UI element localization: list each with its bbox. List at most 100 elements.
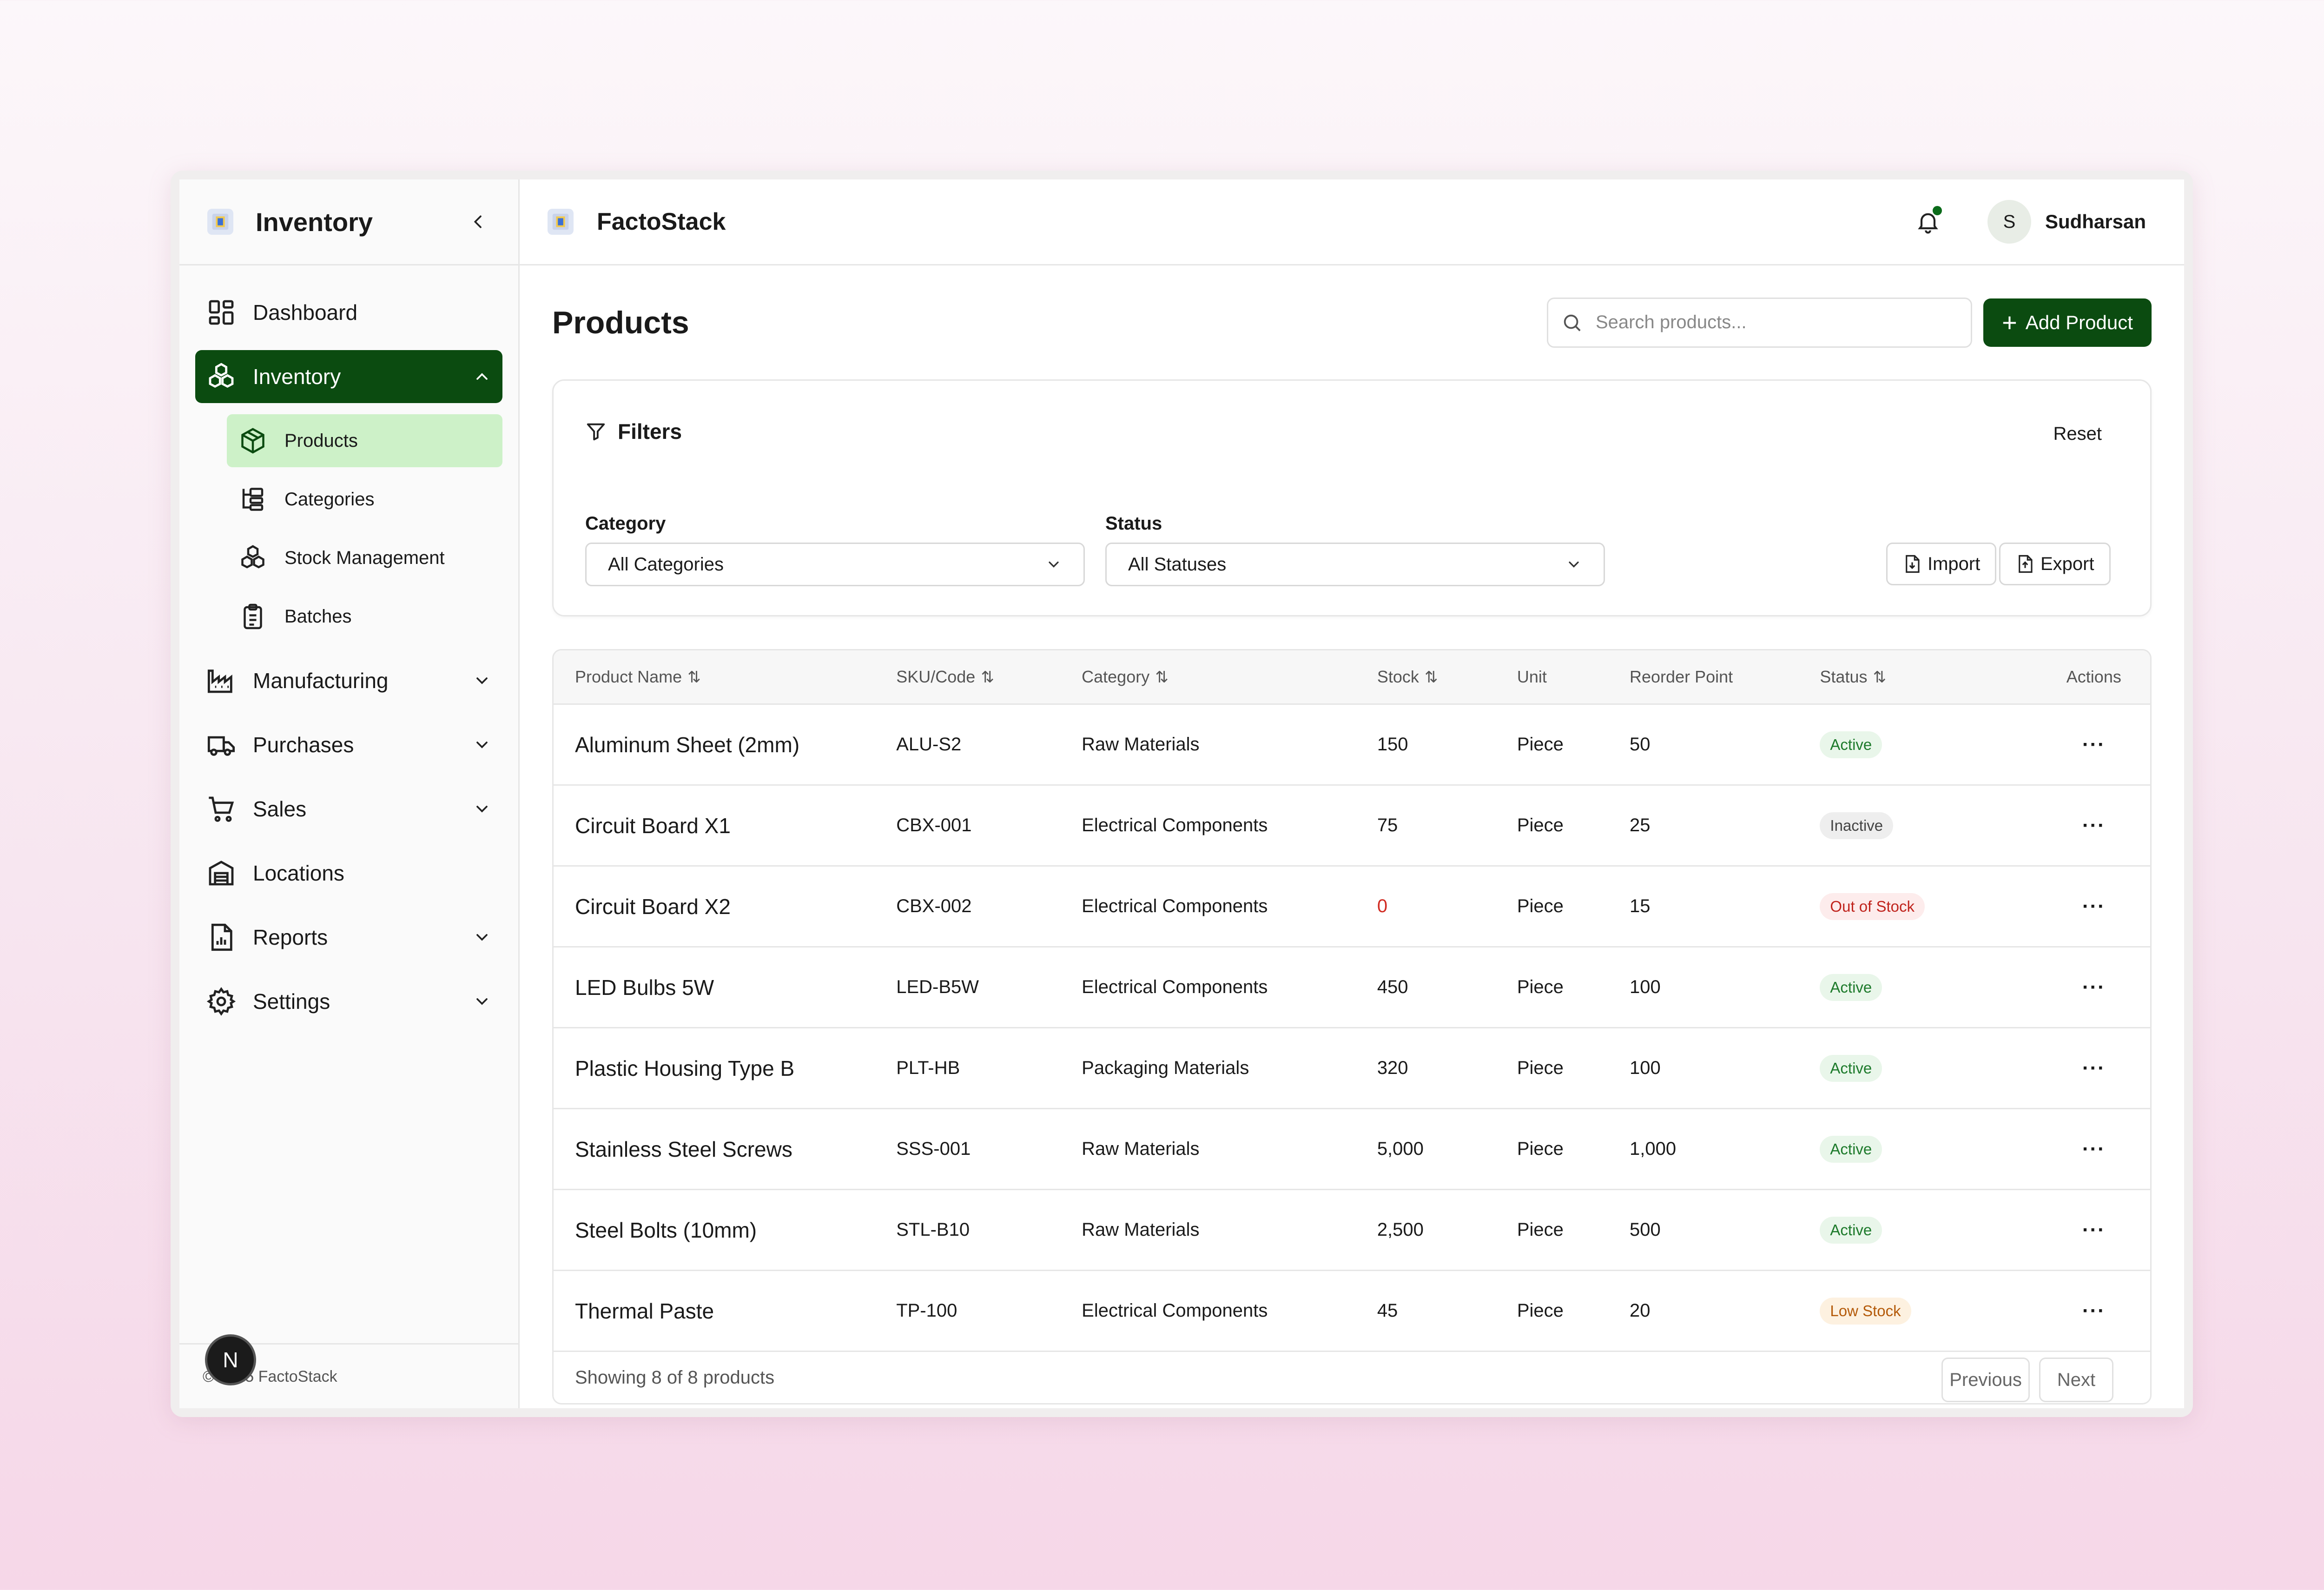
column-header-product-name[interactable]: Product Name ⇅: [554, 650, 897, 705]
stock: 450: [1377, 947, 1517, 1028]
category-select[interactable]: All Categories: [585, 543, 1085, 586]
table-row[interactable]: Circuit Board X1 CBX-001 Electrical Compon…: [554, 785, 2150, 867]
more-actions-icon[interactable]: ···: [2082, 1219, 2106, 1241]
product-name[interactable]: Plastic Housing Type B: [554, 1027, 897, 1109]
sidebar-item-reports[interactable]: Reports: [195, 911, 502, 964]
sidebar-item-purchases[interactable]: Purchases: [195, 718, 502, 771]
reorder-point: 100: [1630, 947, 1820, 1028]
previous-button[interactable]: Previous: [1941, 1358, 2030, 1402]
column-header-sku[interactable]: SKU/Code ⇅: [896, 650, 1082, 705]
actions-cell: ···: [2037, 785, 2150, 867]
plus-icon: +: [2002, 307, 2017, 337]
export-button[interactable]: Export: [1999, 543, 2111, 585]
actions-cell: ···: [2037, 1027, 2150, 1109]
status-select[interactable]: All Statuses: [1105, 543, 1605, 586]
table-row[interactable]: Stainless Steel Screws SSS-001 Raw Materia…: [554, 1108, 2150, 1190]
actions-cell: ···: [2037, 1189, 2150, 1271]
product-name[interactable]: Circuit Board X2: [554, 866, 897, 947]
unit: Piece: [1517, 866, 1630, 947]
sidebar-item-categories[interactable]: Categories: [227, 473, 502, 526]
chevron-up-icon[interactable]: [473, 367, 491, 386]
product-name[interactable]: Stainless Steel Screws: [554, 1108, 897, 1190]
category: Raw Materials: [1082, 704, 1377, 786]
status-badge: Out of Stock: [1820, 893, 1925, 920]
sidebar-item-locations[interactable]: Locations: [195, 847, 502, 900]
table-row[interactable]: Aluminum Sheet (2mm) ALU-S2 Raw Materials 1…: [554, 704, 2150, 786]
status-cell: Active: [1820, 1189, 2038, 1271]
sidebar-item-manufacturing[interactable]: Manufacturing: [195, 654, 502, 707]
boxes-icon: [209, 363, 234, 388]
add-product-button[interactable]: + Add Product: [1983, 298, 2152, 347]
more-actions-icon[interactable]: ···: [2082, 976, 2106, 999]
reset-button[interactable]: Reset: [2053, 424, 2102, 444]
column-header-status[interactable]: Status ⇅: [1820, 650, 2038, 705]
reorder-point: 25: [1630, 785, 1820, 867]
more-actions-icon[interactable]: ···: [2082, 1138, 2106, 1160]
table-row[interactable]: Circuit Board X2 CBX-002 Electrical Compon…: [554, 866, 2150, 947]
product-name[interactable]: LED Bulbs 5W: [554, 947, 897, 1028]
avatar[interactable]: S: [1987, 200, 2031, 244]
column-header-stock[interactable]: Stock ⇅: [1377, 650, 1517, 705]
status-cell: Active: [1820, 947, 2038, 1028]
sidebar-item-products[interactable]: Products: [227, 414, 502, 467]
table-row[interactable]: Thermal Paste TP-100 Electrical Components…: [554, 1270, 2150, 1352]
category-label: Category: [585, 513, 666, 534]
gear-icon: [206, 987, 236, 1016]
sidebar-item-label: Batches: [284, 606, 352, 627]
sort-icon: ⇅: [687, 669, 701, 686]
reorder-point: 1,000: [1630, 1108, 1820, 1190]
chevron-down-icon[interactable]: [473, 928, 491, 947]
column-header-category[interactable]: Category ⇅: [1082, 650, 1377, 705]
sidebar-item-dashboard[interactable]: Dashboard: [195, 286, 502, 339]
more-actions-icon[interactable]: ···: [2082, 895, 2106, 918]
sidebar-item-label: Dashboard: [253, 300, 358, 325]
product-name[interactable]: Steel Bolts (10mm): [554, 1189, 897, 1271]
page-title: Products: [552, 305, 689, 340]
dev-tools-badge[interactable]: N: [205, 1334, 256, 1385]
sidebar-item-batches[interactable]: Batches: [227, 590, 502, 643]
table-row[interactable]: Plastic Housing Type B PLT-HB Packaging Ma…: [554, 1027, 2150, 1109]
product-name[interactable]: Aluminum Sheet (2mm): [554, 704, 897, 786]
collapse-sidebar-icon[interactable]: [469, 212, 488, 231]
category: Electrical Components: [1082, 785, 1377, 867]
sidebar-item-label: Purchases: [253, 733, 354, 757]
app-window: Inventory Dashboard Inventory Products C…: [179, 179, 2184, 1408]
product-name[interactable]: Thermal Paste: [554, 1270, 897, 1352]
main-content: FactoStack S Sudharsan Products + Add Pr…: [520, 179, 2184, 1408]
sidebar-item-stock-management[interactable]: Stock Management: [227, 531, 502, 584]
sidebar-item-label: Sales: [253, 797, 307, 821]
chevron-down-icon[interactable]: [473, 992, 491, 1011]
chevron-down-icon[interactable]: [473, 735, 491, 754]
status-cell: Active: [1820, 704, 2038, 786]
chevron-down-icon[interactable]: [473, 800, 491, 818]
more-actions-icon[interactable]: ···: [2082, 814, 2106, 837]
status-badge: Active: [1820, 731, 1882, 758]
next-button[interactable]: Next: [2039, 1358, 2113, 1402]
sidebar-item-inventory[interactable]: Inventory: [195, 350, 502, 403]
product-name[interactable]: Circuit Board X1: [554, 785, 897, 867]
more-actions-icon[interactable]: ···: [2082, 1299, 2106, 1322]
unit: Piece: [1517, 947, 1630, 1028]
import-button[interactable]: Import: [1886, 543, 1997, 585]
more-actions-icon[interactable]: ···: [2082, 1057, 2106, 1080]
stock: 75: [1377, 785, 1517, 867]
search-icon: [1564, 314, 1581, 331]
sidebar-item-settings[interactable]: Settings: [195, 975, 502, 1028]
search-input[interactable]: [1595, 311, 1971, 333]
notifications-button[interactable]: [1915, 206, 1942, 235]
app-frame: Inventory Dashboard Inventory Products C…: [171, 171, 2193, 1417]
sidebar-item-label: Stock Management: [284, 547, 445, 568]
filters-title-label: Filters: [618, 419, 682, 444]
filters-title: Filters: [585, 419, 682, 444]
sidebar-footer: © 2025 FactoStack N: [179, 1334, 518, 1408]
table-row[interactable]: LED Bulbs 5W LED-B5W Electrical Components…: [554, 947, 2150, 1028]
chevron-down-icon[interactable]: [473, 671, 491, 690]
user-name[interactable]: Sudharsan: [2045, 211, 2146, 233]
status-cell: Out of Stock: [1820, 866, 2038, 947]
sidebar-item-sales[interactable]: Sales: [195, 782, 502, 835]
search-box[interactable]: [1547, 297, 1972, 348]
warehouse-icon: [209, 861, 234, 886]
more-actions-icon[interactable]: ···: [2082, 733, 2106, 756]
table-row[interactable]: Steel Bolts (10mm) STL-B10 Raw Materials 2,…: [554, 1189, 2150, 1271]
status-badge: Active: [1820, 1054, 1882, 1082]
